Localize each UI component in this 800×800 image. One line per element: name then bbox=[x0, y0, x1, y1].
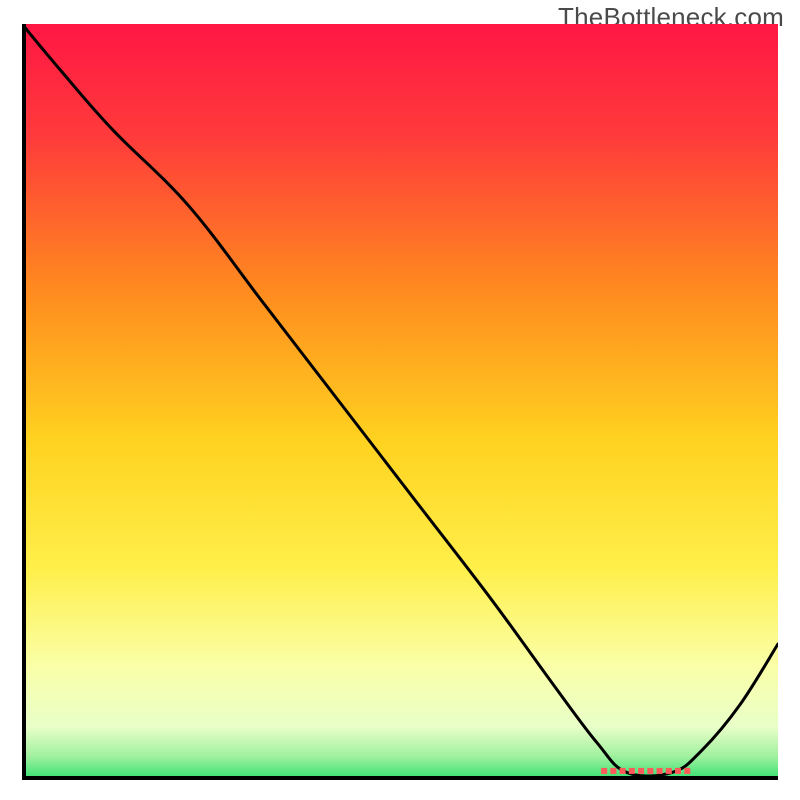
minimum-marker-dot bbox=[610, 768, 616, 774]
minimum-marker-dot bbox=[675, 768, 681, 774]
gradient-background bbox=[22, 24, 778, 780]
minimum-marker-dot bbox=[684, 768, 690, 774]
minimum-marker-dot bbox=[629, 768, 635, 774]
minimum-marker-dot bbox=[666, 768, 672, 774]
minimum-marker-dot bbox=[638, 768, 644, 774]
minimum-marker-dot bbox=[647, 768, 653, 774]
chart-container: TheBottleneck.com bbox=[0, 0, 800, 800]
minimum-marker-dot bbox=[601, 768, 607, 774]
minimum-marker-dot bbox=[657, 768, 663, 774]
minimum-marker-dot bbox=[620, 768, 626, 774]
bottleneck-chart bbox=[22, 24, 778, 780]
plot-area bbox=[22, 24, 778, 780]
